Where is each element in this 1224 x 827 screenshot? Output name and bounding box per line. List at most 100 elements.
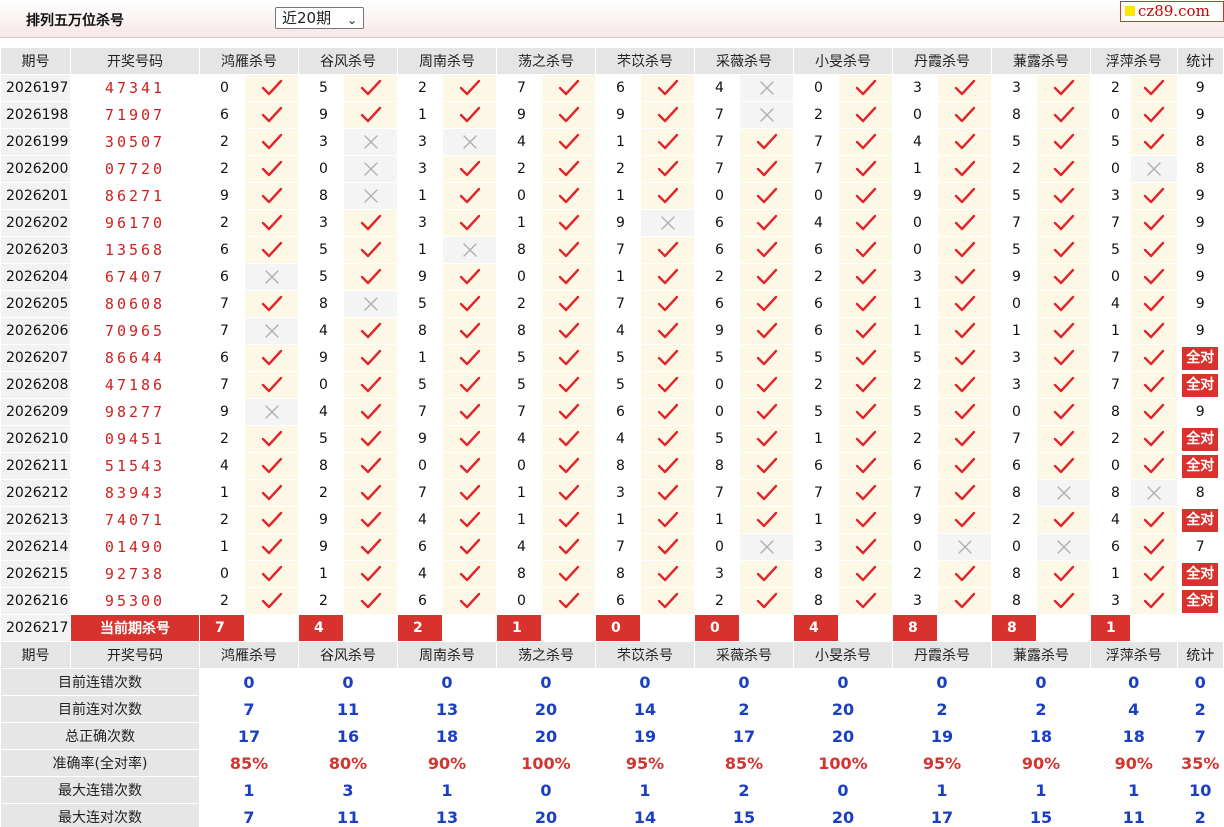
result-correct <box>541 317 596 345</box>
brand-logo[interactable]: cz89.com <box>1120 1 1224 22</box>
check-icon <box>1053 187 1074 204</box>
cross-icon <box>1056 486 1071 500</box>
kill-pick: 1 <box>595 128 641 156</box>
page-title: 排列五万位杀号 <box>26 13 124 29</box>
check-icon <box>756 376 777 393</box>
kill-pick: 4 <box>496 128 542 156</box>
result-correct <box>739 263 794 291</box>
kill-pick: 3 <box>991 371 1037 399</box>
kill-pick: 6 <box>595 587 641 615</box>
check-icon <box>855 376 876 393</box>
check-icon <box>1053 268 1074 285</box>
kill-pick: 0 <box>397 452 443 480</box>
result-wrong <box>442 236 497 264</box>
result-correct <box>1130 74 1178 102</box>
cross-icon <box>264 405 279 419</box>
kill-pick: 1 <box>397 182 443 210</box>
result-correct <box>442 398 497 426</box>
kill-pick: 2 <box>595 155 641 183</box>
result-correct <box>937 236 992 264</box>
kill-pick: 1 <box>496 506 542 534</box>
result-correct <box>640 452 695 480</box>
kill-pick: 0 <box>496 263 542 291</box>
kill-pick: 9 <box>892 506 938 534</box>
result-correct <box>541 344 596 372</box>
summary-value: 0 <box>397 668 497 696</box>
result-correct <box>1130 128 1178 156</box>
kill-pick: 7 <box>199 371 245 399</box>
check-icon <box>657 268 678 285</box>
check-icon <box>954 457 975 474</box>
current-stat-empty <box>1176 614 1224 642</box>
kill-pick: 2 <box>199 128 245 156</box>
kill-pick: 2 <box>298 479 344 507</box>
check-icon <box>360 484 381 501</box>
result-correct <box>937 209 992 237</box>
table-row: 2026206 70965 7 4 8 8 4 9 6 1 1 1 9 <box>0 317 1224 345</box>
check-icon <box>1053 376 1074 393</box>
draw-number: 95300 <box>70 587 200 615</box>
kill-pick: 3 <box>397 128 443 156</box>
kill-pick: 7 <box>793 155 839 183</box>
result-wrong <box>640 209 695 237</box>
summary-label: 总正确次数 <box>0 722 200 750</box>
kill-pick: 5 <box>496 344 542 372</box>
kill-pick: 7 <box>1090 209 1131 237</box>
result-correct <box>739 452 794 480</box>
kill-pick: 9 <box>991 263 1037 291</box>
kill-pick: 4 <box>694 74 740 102</box>
summary-value: 1 <box>397 776 497 804</box>
kill-pick: 1 <box>892 317 938 345</box>
result-correct <box>739 506 794 534</box>
check-icon <box>558 403 579 420</box>
summary-value: 95% <box>892 749 992 777</box>
kill-pick: 7 <box>496 398 542 426</box>
table-row: 2026213 74071 2 9 4 1 1 1 1 9 2 4 全对 <box>0 506 1224 534</box>
result-correct <box>1036 560 1091 588</box>
kill-pick: 1 <box>991 317 1037 345</box>
result-correct <box>640 74 695 102</box>
draw-number: 67407 <box>70 263 200 291</box>
kill-pick: 5 <box>1090 236 1131 264</box>
check-icon <box>1143 214 1164 231</box>
check-icon <box>261 214 282 231</box>
check-icon <box>855 106 876 123</box>
result-correct <box>1036 128 1091 156</box>
check-icon <box>459 322 480 339</box>
col-expert: 采薇杀号 <box>694 641 794 669</box>
current-kill-label: 当前期杀号 <box>70 614 200 642</box>
kill-pick: 0 <box>496 452 542 480</box>
summary-value: 20 <box>793 695 893 723</box>
kill-pick: 7 <box>199 317 245 345</box>
summary-header: 期号 开奖号码 鸿雁杀号 谷风杀号 周南杀号 荡之杀号 芣苡杀号 采薇杀号 小旻杀号 丹霞杀号 蒹露… <box>0 641 1224 669</box>
period-select[interactable]: 近20期 ⌄ <box>275 7 364 29</box>
result-correct <box>1036 209 1091 237</box>
summary-value: 95% <box>595 749 695 777</box>
result-correct <box>739 371 794 399</box>
result-correct <box>838 371 893 399</box>
draw-number: 74071 <box>70 506 200 534</box>
result-correct <box>343 263 398 291</box>
summary-value: 20 <box>793 722 893 750</box>
kill-pick: 3 <box>694 560 740 588</box>
result-correct <box>442 560 497 588</box>
result-correct <box>937 425 992 453</box>
kill-pick: 6 <box>694 209 740 237</box>
check-icon <box>855 133 876 150</box>
summary-value: 0 <box>694 668 794 696</box>
current-empty <box>1130 614 1178 642</box>
result-correct <box>838 533 893 561</box>
kill-pick: 6 <box>595 74 641 102</box>
kill-pick: 6 <box>793 290 839 318</box>
kill-pick: 3 <box>298 128 344 156</box>
check-icon <box>1143 430 1164 447</box>
check-icon <box>360 538 381 555</box>
kill-pick: 8 <box>793 587 839 615</box>
draw-number: 71907 <box>70 101 200 129</box>
check-icon <box>954 592 975 609</box>
check-icon <box>954 187 975 204</box>
check-icon <box>459 268 480 285</box>
kill-pick: 7 <box>694 128 740 156</box>
cross-icon <box>1147 486 1161 500</box>
draw-number: 51543 <box>70 452 200 480</box>
